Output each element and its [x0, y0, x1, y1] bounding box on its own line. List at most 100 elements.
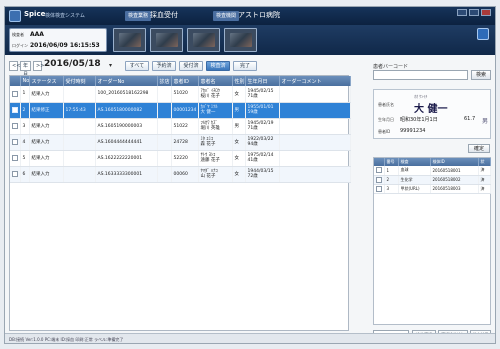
row-sex: 女	[232, 86, 246, 103]
row-select-cell[interactable]	[10, 166, 21, 183]
filter-button[interactable]: 検査済	[206, 61, 230, 71]
list-item[interactable]: 2 生化学 20160518002 済	[374, 175, 491, 185]
user-value: AAA	[30, 31, 44, 38]
row-status: 結果入力	[29, 134, 64, 151]
search-button[interactable]: 検索	[471, 70, 491, 80]
patient-panel: 患者バーコード 検索 患者氏名 ｵｵ ｹﾝｲﾁ 大 健一 生年月日 昭和30年1…	[371, 59, 493, 341]
row-time	[63, 86, 96, 103]
column-header[interactable]	[10, 76, 21, 86]
table-row[interactable]: 4 結果入力 AS.1604444444441 24728 ﾐﾀ ﾕﾐｺ森 花子女 192…	[10, 134, 351, 151]
specimen-name: 生化学	[398, 175, 431, 185]
row-dob-cell: 1944/03/15 72歳	[245, 166, 280, 183]
row-dob-cell: 1955/01/01 59歳	[245, 102, 280, 119]
row-checkbox[interactable]	[12, 154, 18, 161]
row-patient-name-cell: ｶﾊﾞﾔ ﾐﾂﾙ大 健一	[198, 102, 233, 119]
column-header[interactable]: 診店	[157, 76, 172, 86]
row-sex: 女	[232, 134, 246, 151]
row-number: 6	[20, 166, 30, 183]
specimen-column-header[interactable]	[374, 158, 385, 166]
row-checkbox[interactable]	[12, 106, 18, 113]
row-age: 59歳	[247, 110, 258, 115]
row-select-cell[interactable]	[10, 134, 21, 151]
maximize-button[interactable]	[469, 9, 479, 16]
table-row[interactable]: 1 結果入力 100_20160518162298 51020 ｱｶﾊﾞ ｲﾁﾛｳ 桜川 …	[10, 86, 351, 103]
grid-header-row: No ステータス 受付時刻 オーダーNo 診店 患者ID 患者名 性別 生年月日 オーダーコメント	[10, 76, 351, 86]
table-row[interactable]: 3 結果入力 AS.1605190000003 51022 ﾌﾙｶﾜ ｶｽﾞ 堀川 英雄男…	[10, 118, 351, 135]
row-dob-cell: 1975/02/14 41歳	[245, 150, 280, 167]
row-checkbox[interactable]	[12, 90, 18, 97]
row-number: 2	[20, 102, 30, 119]
title-bar: Spice 検体検査システム 検査業務 採血受付 検査機関 アストロ病院	[5, 7, 495, 25]
sex-male-icon: 男	[482, 118, 489, 125]
row-checkbox[interactable]	[12, 138, 18, 145]
list-item[interactable]: 1 血球 20160518001 済	[374, 166, 491, 176]
specimen-checkbox[interactable]	[376, 167, 382, 174]
filter-button[interactable]: 予約済	[152, 61, 176, 71]
row-time: 17:55:43	[63, 102, 96, 119]
thumbnail-2[interactable]	[150, 28, 183, 52]
row-comment	[279, 118, 351, 135]
specimen-column-header[interactable]: 番号	[384, 158, 399, 166]
specimen-column-header[interactable]: 検査	[398, 158, 431, 166]
column-header[interactable]: 生年月日	[245, 76, 280, 86]
row-age: 71歳	[247, 93, 258, 99]
thumbnail-4[interactable]	[224, 28, 257, 52]
minimize-button[interactable]	[457, 9, 467, 16]
row-select-cell[interactable]	[10, 118, 21, 135]
row-dept	[157, 134, 172, 151]
column-header[interactable]: No	[20, 76, 30, 86]
specimen-select-cell[interactable]	[374, 166, 385, 176]
confirm-button[interactable]: 確定	[468, 144, 490, 153]
specimen-checkbox[interactable]	[376, 185, 382, 192]
table-row[interactable]: 6 結果入力 AS.1633333300001 00060 ﾔﾏﾀﾞ ﾊﾅｺ山 花子女 1…	[10, 166, 351, 183]
next-date-button[interactable]: >>	[33, 61, 44, 71]
row-status: 結果入力	[29, 166, 64, 183]
specimen-name: 血球	[398, 166, 431, 176]
table-row[interactable]: 5 結果入力 AS.1622222220001 52220 ｻﾄｳ ﾖｼｺ 遠藤 花子女 1…	[10, 150, 351, 167]
date-bar: << 年月 >> 2016/05/18 ▾ すべて予約済受付済検査済完了	[9, 59, 349, 78]
specimen-select-cell[interactable]	[374, 175, 385, 185]
status-bar: DB:接続 Ver:1.0.0 PC:端末 ID:採血 印刷:正常 ラベル:準備…	[5, 333, 495, 343]
row-sex: 女	[232, 150, 246, 167]
column-header[interactable]: 患者ID	[171, 76, 199, 86]
column-header[interactable]: 患者名	[198, 76, 233, 86]
info-bar: 検査者 AAA ログイン 2016/06/09 16:15:53	[5, 25, 495, 55]
table-row[interactable]: 2 結果修正 17:55:43 AS.1605180000082 00001234 ｶﾊﾞ…	[10, 102, 351, 119]
specimen-column-header[interactable]: 状	[478, 158, 491, 166]
list-item[interactable]: 3 甲状(URL) 20160518003 済	[374, 184, 491, 194]
row-checkbox[interactable]	[12, 122, 18, 129]
thumbnail-1[interactable]	[113, 28, 146, 52]
row-name: 桜川 花子	[200, 93, 220, 99]
task-tag: 検査業務	[125, 11, 152, 21]
column-header[interactable]: ステータス	[29, 76, 64, 86]
thumbnail-3[interactable]	[187, 28, 220, 52]
row-checkbox[interactable]	[12, 170, 18, 177]
filter-button[interactable]: 受付済	[179, 61, 203, 71]
column-header[interactable]: オーダーコメント	[279, 76, 351, 86]
current-date[interactable]: 2016/05/18	[44, 59, 101, 69]
prev-date-button[interactable]: <<	[9, 61, 20, 71]
row-dept	[157, 102, 172, 119]
row-select-cell[interactable]	[10, 102, 21, 119]
chevron-down-icon[interactable]: ▾	[109, 62, 112, 69]
row-select-cell[interactable]	[10, 150, 21, 167]
column-header[interactable]: 性別	[232, 76, 246, 86]
barcode-input[interactable]	[373, 70, 468, 80]
row-select-cell[interactable]	[10, 86, 21, 103]
column-header[interactable]: 受付時刻	[63, 76, 96, 86]
specimen-id: 20160518002	[430, 175, 479, 185]
filter-button[interactable]: すべて	[125, 61, 149, 71]
close-button[interactable]	[481, 9, 491, 16]
row-patient-name-cell: ﾌﾙｶﾜ ｶｽﾞ 堀川 英雄	[198, 118, 233, 135]
specimen-select-cell[interactable]	[374, 184, 385, 194]
patient-card: 患者氏名 ｵｵ ｹﾝｲﾁ 大 健一 生年月日 昭和30年1月1日 61.7 男 …	[373, 89, 491, 139]
specimen-column-header[interactable]: 検体ID	[430, 158, 479, 166]
specimen-checkbox[interactable]	[376, 176, 382, 183]
app-menu-icon[interactable]	[477, 28, 489, 40]
pid-label: 患者ID	[378, 129, 391, 134]
specimen-no: 2	[384, 175, 399, 185]
filter-button[interactable]: 完了	[233, 61, 257, 71]
row-dept	[157, 166, 172, 183]
column-header[interactable]: オーダーNo	[95, 76, 158, 86]
month-button[interactable]: 年月	[20, 61, 31, 78]
